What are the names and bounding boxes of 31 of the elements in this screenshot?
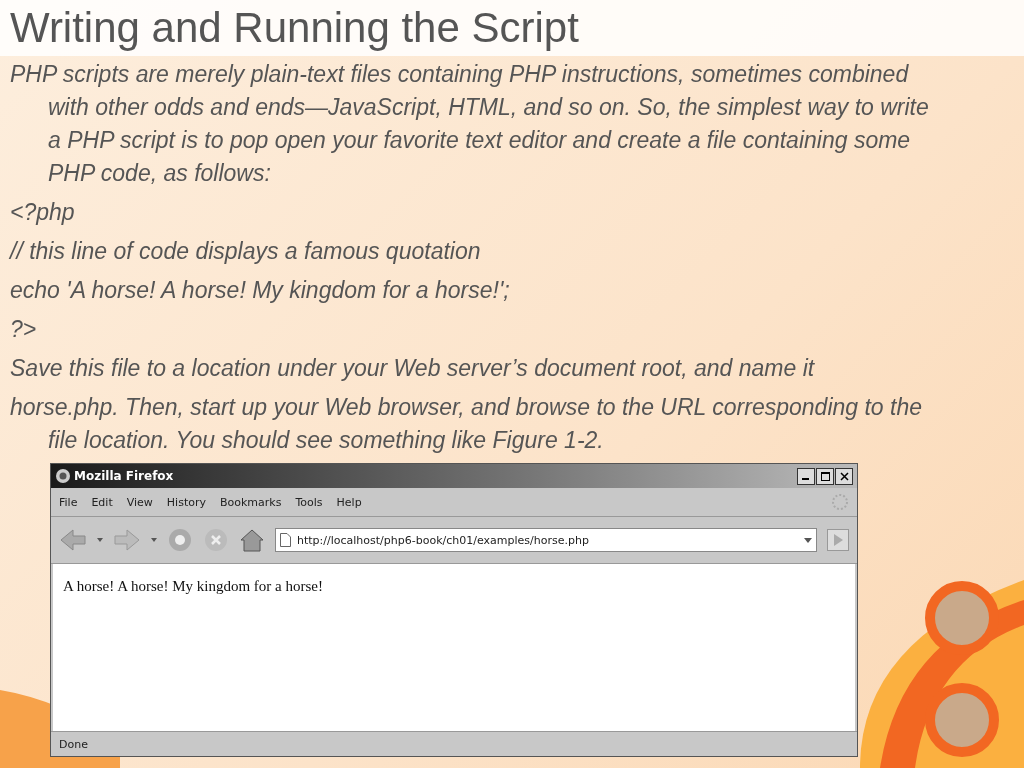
paragraph: ?> bbox=[10, 315, 38, 344]
paragraph: PHP scripts are merely plain-text files containing PHP instructions, sometimes combined with other odds and ends—JavaScript, HTML, and so on. So, the simplest way to write a PHP script is to pop open your favorite text editor and create a file containing some PHP code, as follows: bbox=[10, 60, 930, 188]
maximize-button[interactable] bbox=[816, 467, 834, 485]
paragraph: echo 'A horse! A horse! My kingdom for a horse!'; bbox=[10, 276, 511, 305]
menu-item[interactable]: Bookmarks bbox=[220, 495, 282, 509]
dropdown-icon[interactable] bbox=[804, 537, 812, 543]
menu-item[interactable]: Tools bbox=[295, 495, 323, 509]
minimize-button[interactable] bbox=[797, 467, 815, 485]
menu-item[interactable]: History bbox=[166, 495, 206, 509]
paragraph: <?php bbox=[10, 198, 76, 227]
paragraph: // this line of code displays a famous quotation bbox=[10, 237, 482, 266]
paragraph: horse.php. Then, start up your Web browser, and browse to the URL corresponding to the file location. You should see something like Figure 1-2. bbox=[10, 393, 923, 455]
menu-item[interactable]: File bbox=[59, 495, 78, 509]
throbber-icon bbox=[831, 493, 849, 511]
menu-item[interactable]: Edit bbox=[91, 495, 113, 509]
slide-title: Writing and Running the Script bbox=[10, 4, 579, 52]
close-icon bbox=[839, 471, 849, 481]
home-icon[interactable] bbox=[239, 527, 265, 553]
browser-logo-icon bbox=[55, 468, 71, 484]
menu-item[interactable]: Help bbox=[336, 495, 362, 509]
caret-icon[interactable] bbox=[151, 538, 157, 542]
menu-item[interactable]: View bbox=[126, 495, 153, 509]
page-icon bbox=[280, 533, 291, 547]
page-text: A horse! A horse! My kingdom for a horse! bbox=[63, 578, 323, 594]
window-title: Mozilla Firefox bbox=[74, 469, 174, 483]
close-button[interactable] bbox=[835, 467, 853, 485]
address-field[interactable]: http://localhost/php6-book/ch01/examples/horse.php bbox=[275, 528, 817, 552]
caret-icon[interactable] bbox=[97, 538, 103, 542]
paragraph: Save this file to a location under your Web server’s document root, and name it bbox=[10, 354, 816, 383]
status-text: Done bbox=[59, 737, 88, 751]
maximize-icon bbox=[820, 471, 830, 481]
